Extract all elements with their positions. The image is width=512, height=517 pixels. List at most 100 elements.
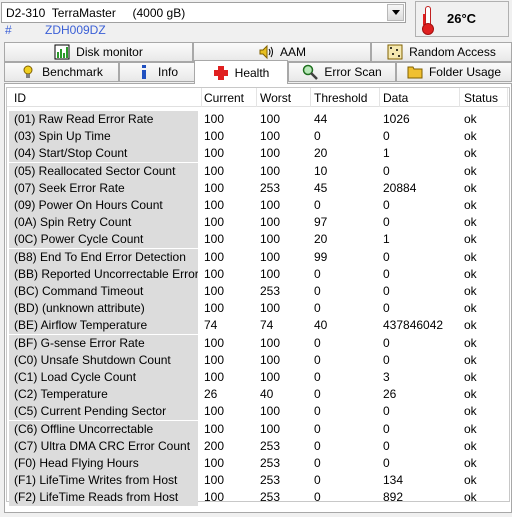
tab-health[interactable]: Health [194,60,288,84]
tab-label: Error Scan [324,65,382,79]
status-cell: ok [464,352,477,367]
benchmark-icon [23,65,33,78]
column-header-threshold[interactable]: Threshold [314,91,367,105]
tab-benchmark[interactable]: Benchmark [4,62,119,82]
threshold-cell: 0 [314,284,321,298]
table-row[interactable]: (03) Spin Up Time 100 100 0 0 ok [7,128,509,146]
current-cell: 100 [204,335,225,350]
current-cell: 74 [204,318,218,333]
tab-random-access[interactable]: Random Access [371,42,512,62]
table-row[interactable]: (F1) LifeTime Writes from Host 100 253 0 134… [7,472,509,490]
current-cell: 100 [204,301,225,316]
magnifier-icon [303,64,319,80]
attribute-id-cell: (BB) Reported Uncorrectable Errors [9,265,198,283]
table-row[interactable]: (01) Raw Read Error Rate 100 100 44 1026 ok [7,111,509,128]
table-row[interactable]: (C7) Ultra DMA CRC Error Count 200 253 0 0 ok [7,437,509,455]
attribute-id-cell: (C1) Load Cycle Count [9,369,198,386]
column-header-status[interactable]: Status [464,91,498,105]
worst-cell: 100 [260,198,281,212]
current-cell: 100 [204,421,225,436]
current-cell: 100 [204,232,225,247]
table-row[interactable]: (05) Reallocated Sector Count 100 100 10 0 ok [7,162,509,180]
data-cell: 0 [383,266,390,281]
worst-cell: 100 [260,301,281,316]
table-row[interactable]: (BC) Command Timeout 100 253 0 0 ok [7,283,509,300]
worst-cell: 74 [260,318,274,333]
data-cell: 0 [383,215,390,230]
serial-hash: # [5,23,12,37]
drive-select-value: D2-310 TerraMaster (4000 gB) [6,5,186,20]
table-row[interactable]: (0C) Power Cycle Count 100 100 20 1 ok [7,231,509,249]
table-row[interactable]: (BE) Airflow Temperature 74 74 40 437846042 o… [7,317,509,335]
data-cell: 0 [383,249,390,264]
table-row[interactable]: (C6) Offline Uncorrectable 100 100 0 0 ok [7,420,509,438]
data-cell: 1 [383,232,390,247]
current-cell: 100 [204,146,225,161]
serial-number: ZDH009DZ [45,23,106,37]
attribute-id-cell: (07) Seek Error Rate [9,179,198,197]
data-cell: 0 [383,335,390,350]
data-cell: 20884 [383,180,417,195]
chevron-down-icon[interactable] [387,4,404,21]
threshold-cell: 20 [314,146,328,161]
threshold-cell: 0 [314,301,321,316]
smart-attributes-table[interactable]: ID Current Worst Threshold Data Status (… [6,87,510,507]
table-row[interactable]: (BB) Reported Uncorrectable Errors 100 100… [7,265,509,283]
status-cell: ok [464,490,477,505]
attribute-id-cell: (BD) (unknown attribute) [9,300,198,318]
current-cell: 100 [204,215,225,230]
status-cell: ok [464,249,477,264]
table-row[interactable]: (F2) LifeTime Reads from Host 100 253 0 892 o… [7,489,509,507]
table-row[interactable]: (F0) Head Flying Hours 100 253 0 0 ok [7,455,509,472]
current-cell: 100 [204,284,225,298]
status-cell: ok [464,473,477,488]
threshold-cell: 0 [314,370,321,384]
status-cell: ok [464,146,477,161]
table-row[interactable]: (BD) (unknown attribute) 100 100 0 0 ok [7,300,509,318]
attribute-id-cell: (B8) End To End Error Detection [9,248,198,266]
column-header-worst[interactable]: Worst [260,91,291,105]
threshold-cell: 0 [314,473,321,488]
tab-info[interactable]: Info [119,62,195,82]
worst-cell: 253 [260,284,281,298]
table-row[interactable]: (09) Power On Hours Count 100 100 0 0 ok [7,197,509,214]
threshold-cell: 0 [314,456,321,470]
data-cell: 0 [383,198,390,212]
threshold-cell: 0 [314,198,321,212]
data-cell: 0 [383,163,390,178]
data-cell: 0 [383,421,390,436]
status-cell: ok [464,318,477,333]
tab-error-scan[interactable]: Error Scan [288,62,396,82]
threshold-cell: 0 [314,421,321,436]
column-header-data[interactable]: Data [383,91,408,105]
tab-aam[interactable]: AAM [193,42,371,62]
table-row[interactable]: (C0) Unsafe Shutdown Count 100 100 0 0 ok [7,351,509,369]
data-cell: 3 [383,370,390,384]
attribute-id-cell: (C5) Current Pending Sector [9,403,198,421]
tab-folder-usage[interactable]: Folder Usage [396,62,512,82]
threshold-cell: 0 [314,404,321,419]
table-row[interactable]: (BF) G-sense Error Rate 100 100 0 0 ok [7,334,509,352]
current-cell: 100 [204,473,225,488]
attribute-id-cell: (C2) Temperature [9,386,198,404]
table-row[interactable]: (07) Seek Error Rate 100 253 45 20884 ok [7,179,509,197]
attribute-id-cell: (C7) Ultra DMA CRC Error Count [9,437,198,455]
drive-select[interactable]: D2-310 TerraMaster (4000 gB) [1,2,406,23]
worst-cell: 100 [260,146,281,161]
worst-cell: 100 [260,421,281,436]
threshold-cell: 0 [314,438,321,453]
table-row[interactable]: (C1) Load Cycle Count 100 100 0 3 ok [7,369,509,386]
data-cell: 0 [383,438,390,453]
status-cell: ok [464,456,477,470]
table-row[interactable]: (C5) Current Pending Sector 100 100 0 0 ok [7,403,509,421]
table-row[interactable]: (04) Start/Stop Count 100 100 20 1 ok [7,145,509,163]
column-header-id[interactable]: ID [14,91,26,105]
table-row[interactable]: (C2) Temperature 26 40 0 26 ok [7,386,509,404]
current-cell: 200 [204,438,225,453]
table-row[interactable]: (B8) End To End Error Detection 100 100 99 0… [7,248,509,266]
tab-disk-monitor[interactable]: Disk monitor [4,42,193,62]
column-header-current[interactable]: Current [204,91,244,105]
table-row[interactable]: (0A) Spin Retry Count 100 100 97 0 ok [7,214,509,232]
temperature-indicator: 26°C [415,1,509,37]
info-icon [141,65,146,79]
